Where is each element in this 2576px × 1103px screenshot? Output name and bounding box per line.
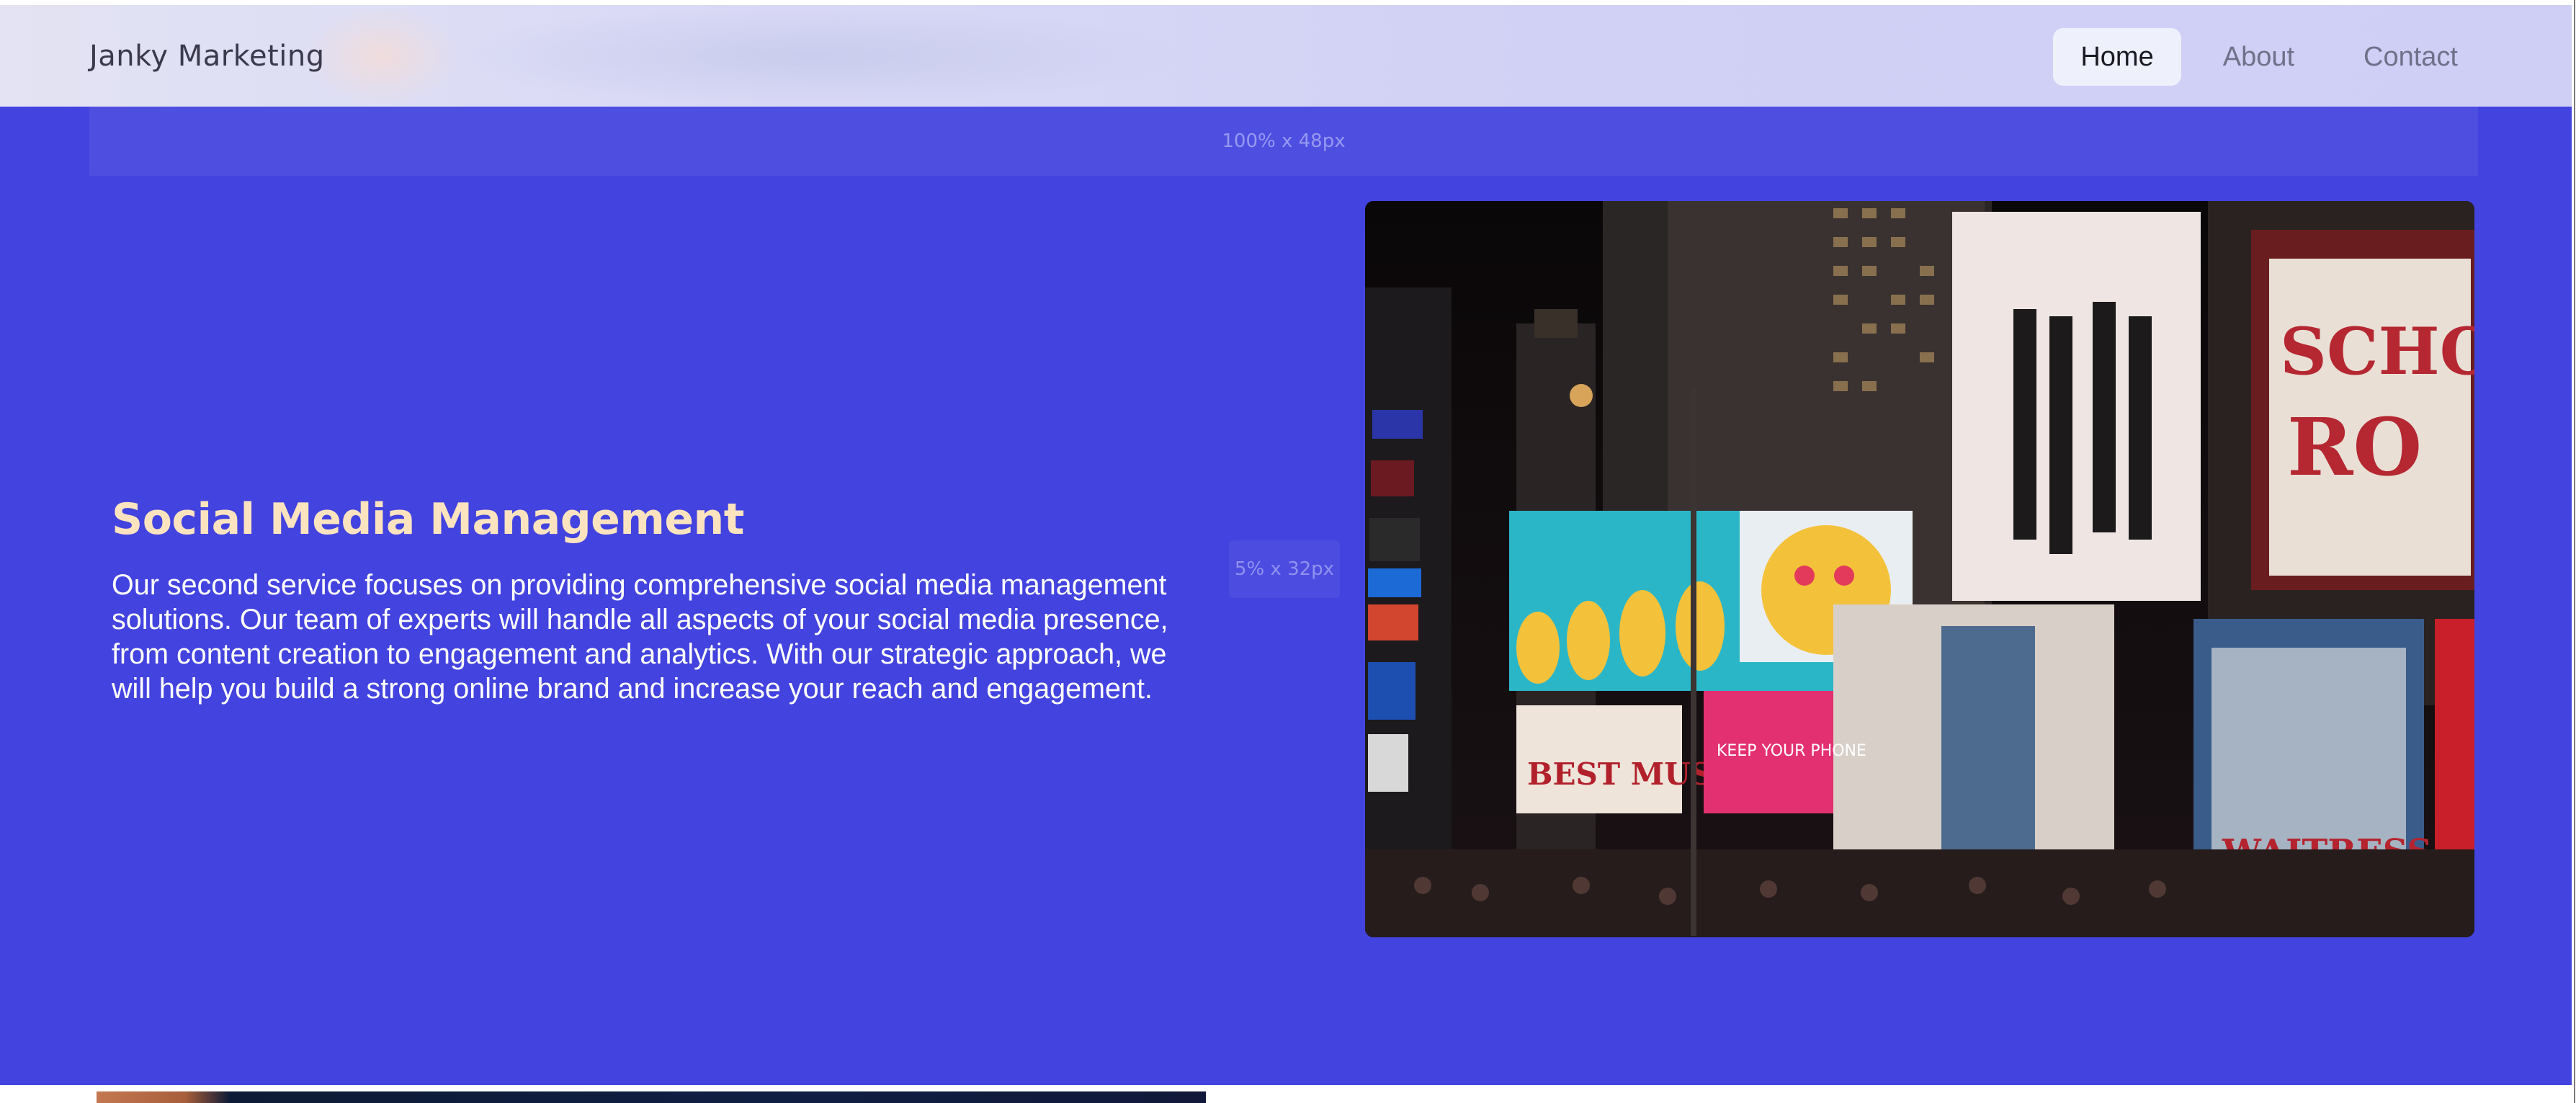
brand-logo-text[interactable]: Janky Marketing xyxy=(89,40,325,73)
times-square-illustration: SCHO RO BEST MUSICAL KEEP YOUR PHONE WAI… xyxy=(1365,201,2474,937)
page: Janky Marketing Home About Contact 100% … xyxy=(0,0,2572,1103)
nav-contact-link[interactable]: Contact xyxy=(2336,28,2485,86)
next-section-image-peek xyxy=(97,1091,1206,1103)
top-spacer-placeholder: 100% x 48px xyxy=(89,107,2478,176)
times-square-image: SCHO RO BEST MUSICAL KEEP YOUR PHONE WAI… xyxy=(1365,201,2474,937)
svg-text:KEEP YOUR PHONE: KEEP YOUR PHONE xyxy=(1717,742,1866,760)
service-title: Social Media Management xyxy=(112,494,744,545)
site-header: Janky Marketing Home About Contact xyxy=(0,5,2572,107)
main-nav: Home About Contact xyxy=(2053,28,2485,86)
nav-about-link[interactable]: About xyxy=(2196,28,2322,86)
svg-text:SCHO: SCHO xyxy=(2280,313,2474,390)
gap-spacer-placeholder: 5% x 32px xyxy=(1229,540,1340,598)
nav-home-link[interactable]: Home xyxy=(2053,28,2181,86)
top-spacer-label: 100% x 48px xyxy=(1222,130,1346,152)
service-section: 100% x 48px Social Media Management Our … xyxy=(0,107,2572,1085)
svg-text:RO: RO xyxy=(2287,401,2422,494)
service-description: Our second service focuses on providing … xyxy=(112,568,1168,705)
page-scrollbar[interactable] xyxy=(2574,0,2575,1103)
